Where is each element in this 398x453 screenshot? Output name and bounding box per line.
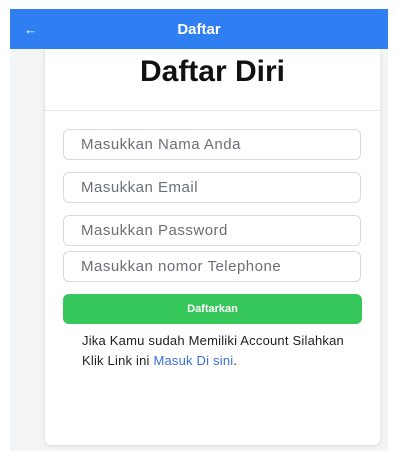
app-bar-title: Daftar	[177, 20, 221, 38]
title-divider	[45, 110, 380, 111]
email-input[interactable]	[63, 172, 361, 203]
login-link[interactable]: Masuk Di sini	[153, 353, 233, 368]
phone-input[interactable]	[63, 251, 361, 282]
password-input[interactable]	[63, 215, 361, 246]
app-bar: ← Daftar	[10, 9, 388, 49]
app-screen: ← Daftar Daftar Diri Daftarkan Jika Kamu…	[10, 9, 388, 451]
register-card: Daftar Diri Daftarkan Jika Kamu sudah Me…	[45, 49, 380, 445]
register-button[interactable]: Daftarkan	[63, 294, 362, 324]
login-note-suffix: .	[233, 353, 238, 368]
login-note: Jika Kamu sudah Memiliki Account Silahka…	[82, 331, 344, 371]
name-input[interactable]	[63, 129, 361, 160]
page-title: Daftar Diri	[139, 55, 286, 88]
